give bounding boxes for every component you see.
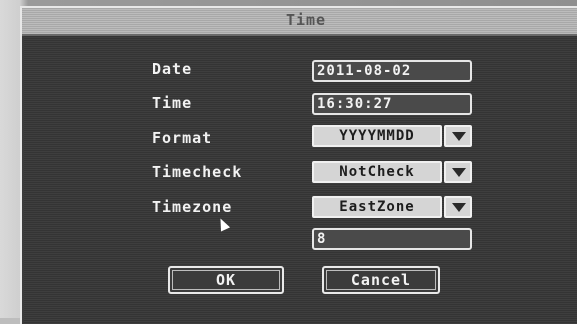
format-select[interactable]: YYYYMMDD xyxy=(312,125,442,147)
timecheck-dropdown-button[interactable] xyxy=(444,161,472,183)
ok-button[interactable]: OK xyxy=(168,266,284,294)
format-dropdown-button[interactable] xyxy=(444,125,472,147)
time-field[interactable]: 16:30:27 xyxy=(312,93,472,115)
cancel-button[interactable]: Cancel xyxy=(322,266,440,294)
dialog-titlebar: Time xyxy=(22,8,577,36)
timezone-dropdown-button[interactable] xyxy=(444,196,472,218)
dialog-body xyxy=(24,36,577,324)
chevron-down-icon xyxy=(452,168,466,177)
time-label: Time xyxy=(152,94,193,112)
timezone-select[interactable]: EastZone xyxy=(312,196,442,218)
time-dialog: Time xyxy=(20,6,577,324)
date-label: Date xyxy=(152,60,193,78)
timezone-label: Timezone xyxy=(152,198,233,216)
format-label: Format xyxy=(152,129,213,147)
timezone-offset-field[interactable]: 8 xyxy=(312,228,472,250)
dialog-title: Time xyxy=(285,11,327,29)
chevron-down-icon xyxy=(452,132,466,141)
timecheck-label: Timecheck xyxy=(152,163,243,181)
chevron-down-icon xyxy=(452,203,466,212)
date-field[interactable]: 2011-08-02 xyxy=(312,60,472,82)
timecheck-select[interactable]: NotCheck xyxy=(312,161,442,183)
